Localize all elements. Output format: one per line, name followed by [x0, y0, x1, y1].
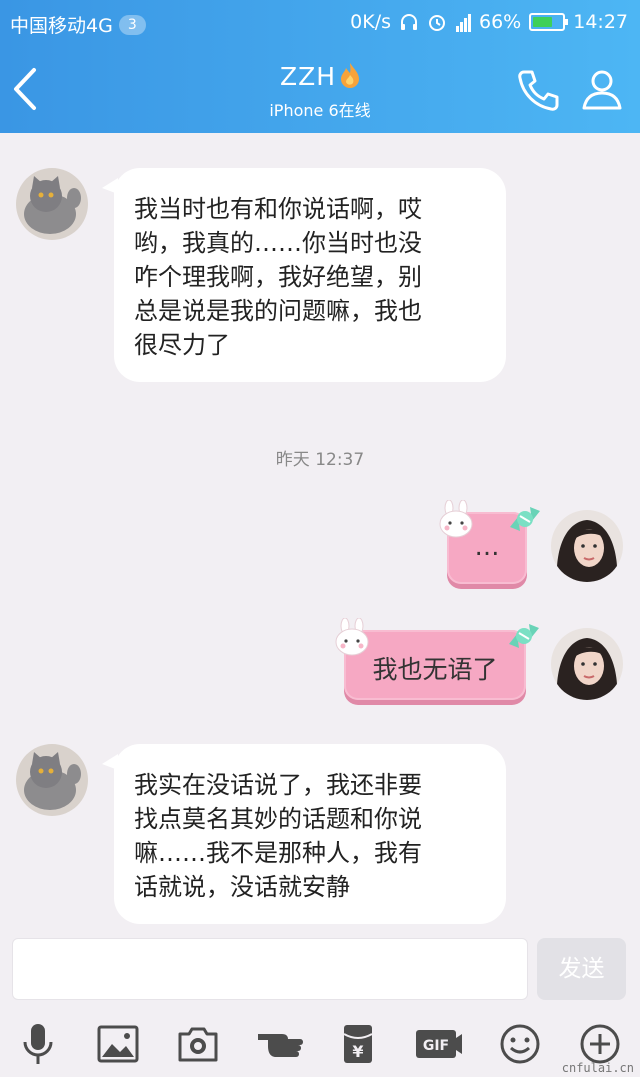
emoji-icon [500, 1024, 540, 1064]
red-packet-icon: ¥ [343, 1025, 373, 1063]
camera-icon [178, 1027, 218, 1062]
status-bar: 中国移动4G 3 0K/s 66% 14:27 [0, 0, 640, 44]
poke-icon [258, 1034, 303, 1057]
call-button[interactable] [514, 66, 562, 114]
message-bubble[interactable]: 我实在没话说了，我还非要 找点莫名其妙的话题和你说 嘛……我不是那种人，我有 话… [102, 744, 506, 924]
message-line: 找点莫名其妙的话题和你说 [134, 805, 422, 833]
alarm-icon [429, 15, 445, 31]
chevron-left-icon [14, 68, 36, 110]
signal-icon [455, 12, 471, 32]
photo-button[interactable] [96, 1022, 140, 1066]
flame-icon [341, 63, 360, 88]
contact-avatar[interactable] [16, 744, 88, 816]
my-avatar[interactable] [551, 510, 623, 582]
message-line: 咋个理我啊，我好绝望，别 [134, 263, 422, 291]
gif-icon: GIF [416, 1030, 462, 1058]
message-line: 我实在没话说了，我还非要 [134, 771, 422, 799]
message-line: 总是说是我的问题嘛，我也 [134, 297, 422, 325]
title-area[interactable]: ZZH iPhone 6在线 [170, 62, 470, 121]
message-line: 很尽力了 [134, 331, 230, 359]
network-speed: 0K/s [350, 11, 391, 33]
svg-text:¥: ¥ [352, 1042, 363, 1061]
emoji-button[interactable] [498, 1022, 542, 1066]
candy-decoration-icon [509, 624, 539, 648]
phone-icon [518, 70, 559, 111]
send-button[interactable]: 发送 [537, 938, 626, 1000]
bunny-decoration-icon [335, 618, 369, 656]
carrier-label: 中国移动4G [10, 15, 113, 37]
image-icon [97, 1025, 139, 1063]
message-timestamp: 昨天 12:37 [275, 450, 365, 470]
online-status: iPhone 6在线 [269, 101, 371, 120]
message-line: 我当时也有和你说话啊，哎 [134, 195, 422, 223]
red-packet-button[interactable]: ¥ [336, 1022, 380, 1066]
battery-icon [529, 13, 569, 31]
contact-name: ZZH [279, 62, 337, 91]
headphones-icon [401, 14, 417, 30]
battery-percent: 66% [479, 11, 522, 33]
message-line: 话就说，没话就安静 [134, 873, 350, 901]
svg-text:GIF: GIF [423, 1038, 449, 1054]
message-bubble[interactable]: 我当时也有和你说话啊，哎 哟，我真的……你当时也没 咋个理我啊，我好绝望，别 总… [102, 168, 506, 382]
contact-profile-button[interactable] [578, 66, 626, 114]
person-icon [582, 70, 622, 110]
microphone-icon [23, 1024, 53, 1064]
poke-button[interactable] [256, 1022, 306, 1066]
camera-button[interactable] [176, 1022, 220, 1066]
back-button[interactable] [10, 66, 50, 112]
chat-header: ZZH iPhone 6在线 [0, 44, 640, 133]
watermark: cnfulai.cn [561, 1061, 634, 1075]
my-avatar[interactable] [551, 628, 623, 700]
plus-icon [580, 1024, 620, 1064]
candy-decoration-icon [510, 507, 540, 531]
more-button[interactable] [578, 1022, 622, 1066]
clock: 14:27 [573, 11, 628, 33]
gif-button[interactable]: GIF [414, 1022, 464, 1066]
message-input[interactable] [12, 938, 528, 1000]
contact-avatar[interactable] [16, 168, 88, 240]
message-line: 嘛……我不是那种人，我有 [134, 839, 422, 867]
bunny-decoration-icon [439, 500, 473, 538]
message-line: 哟，我真的……你当时也没 [134, 229, 422, 257]
voice-button[interactable] [16, 1022, 60, 1066]
notification-badge: 3 [118, 14, 146, 35]
